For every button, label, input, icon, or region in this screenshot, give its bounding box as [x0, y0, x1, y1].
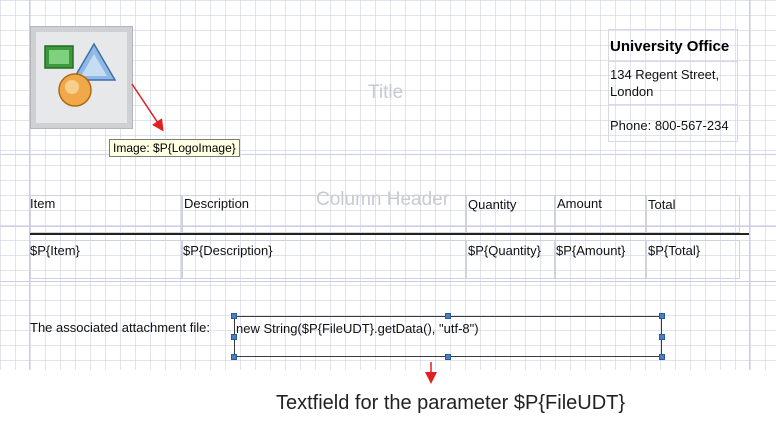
logo-image-tooltip: Image: $P{LogoImage}: [109, 139, 240, 157]
annotation-arrows: [131, 83, 437, 384]
logo-arrow-icon: [131, 83, 164, 132]
textfield-caption: Textfield for the parameter $P{FileUDT}: [276, 392, 626, 414]
